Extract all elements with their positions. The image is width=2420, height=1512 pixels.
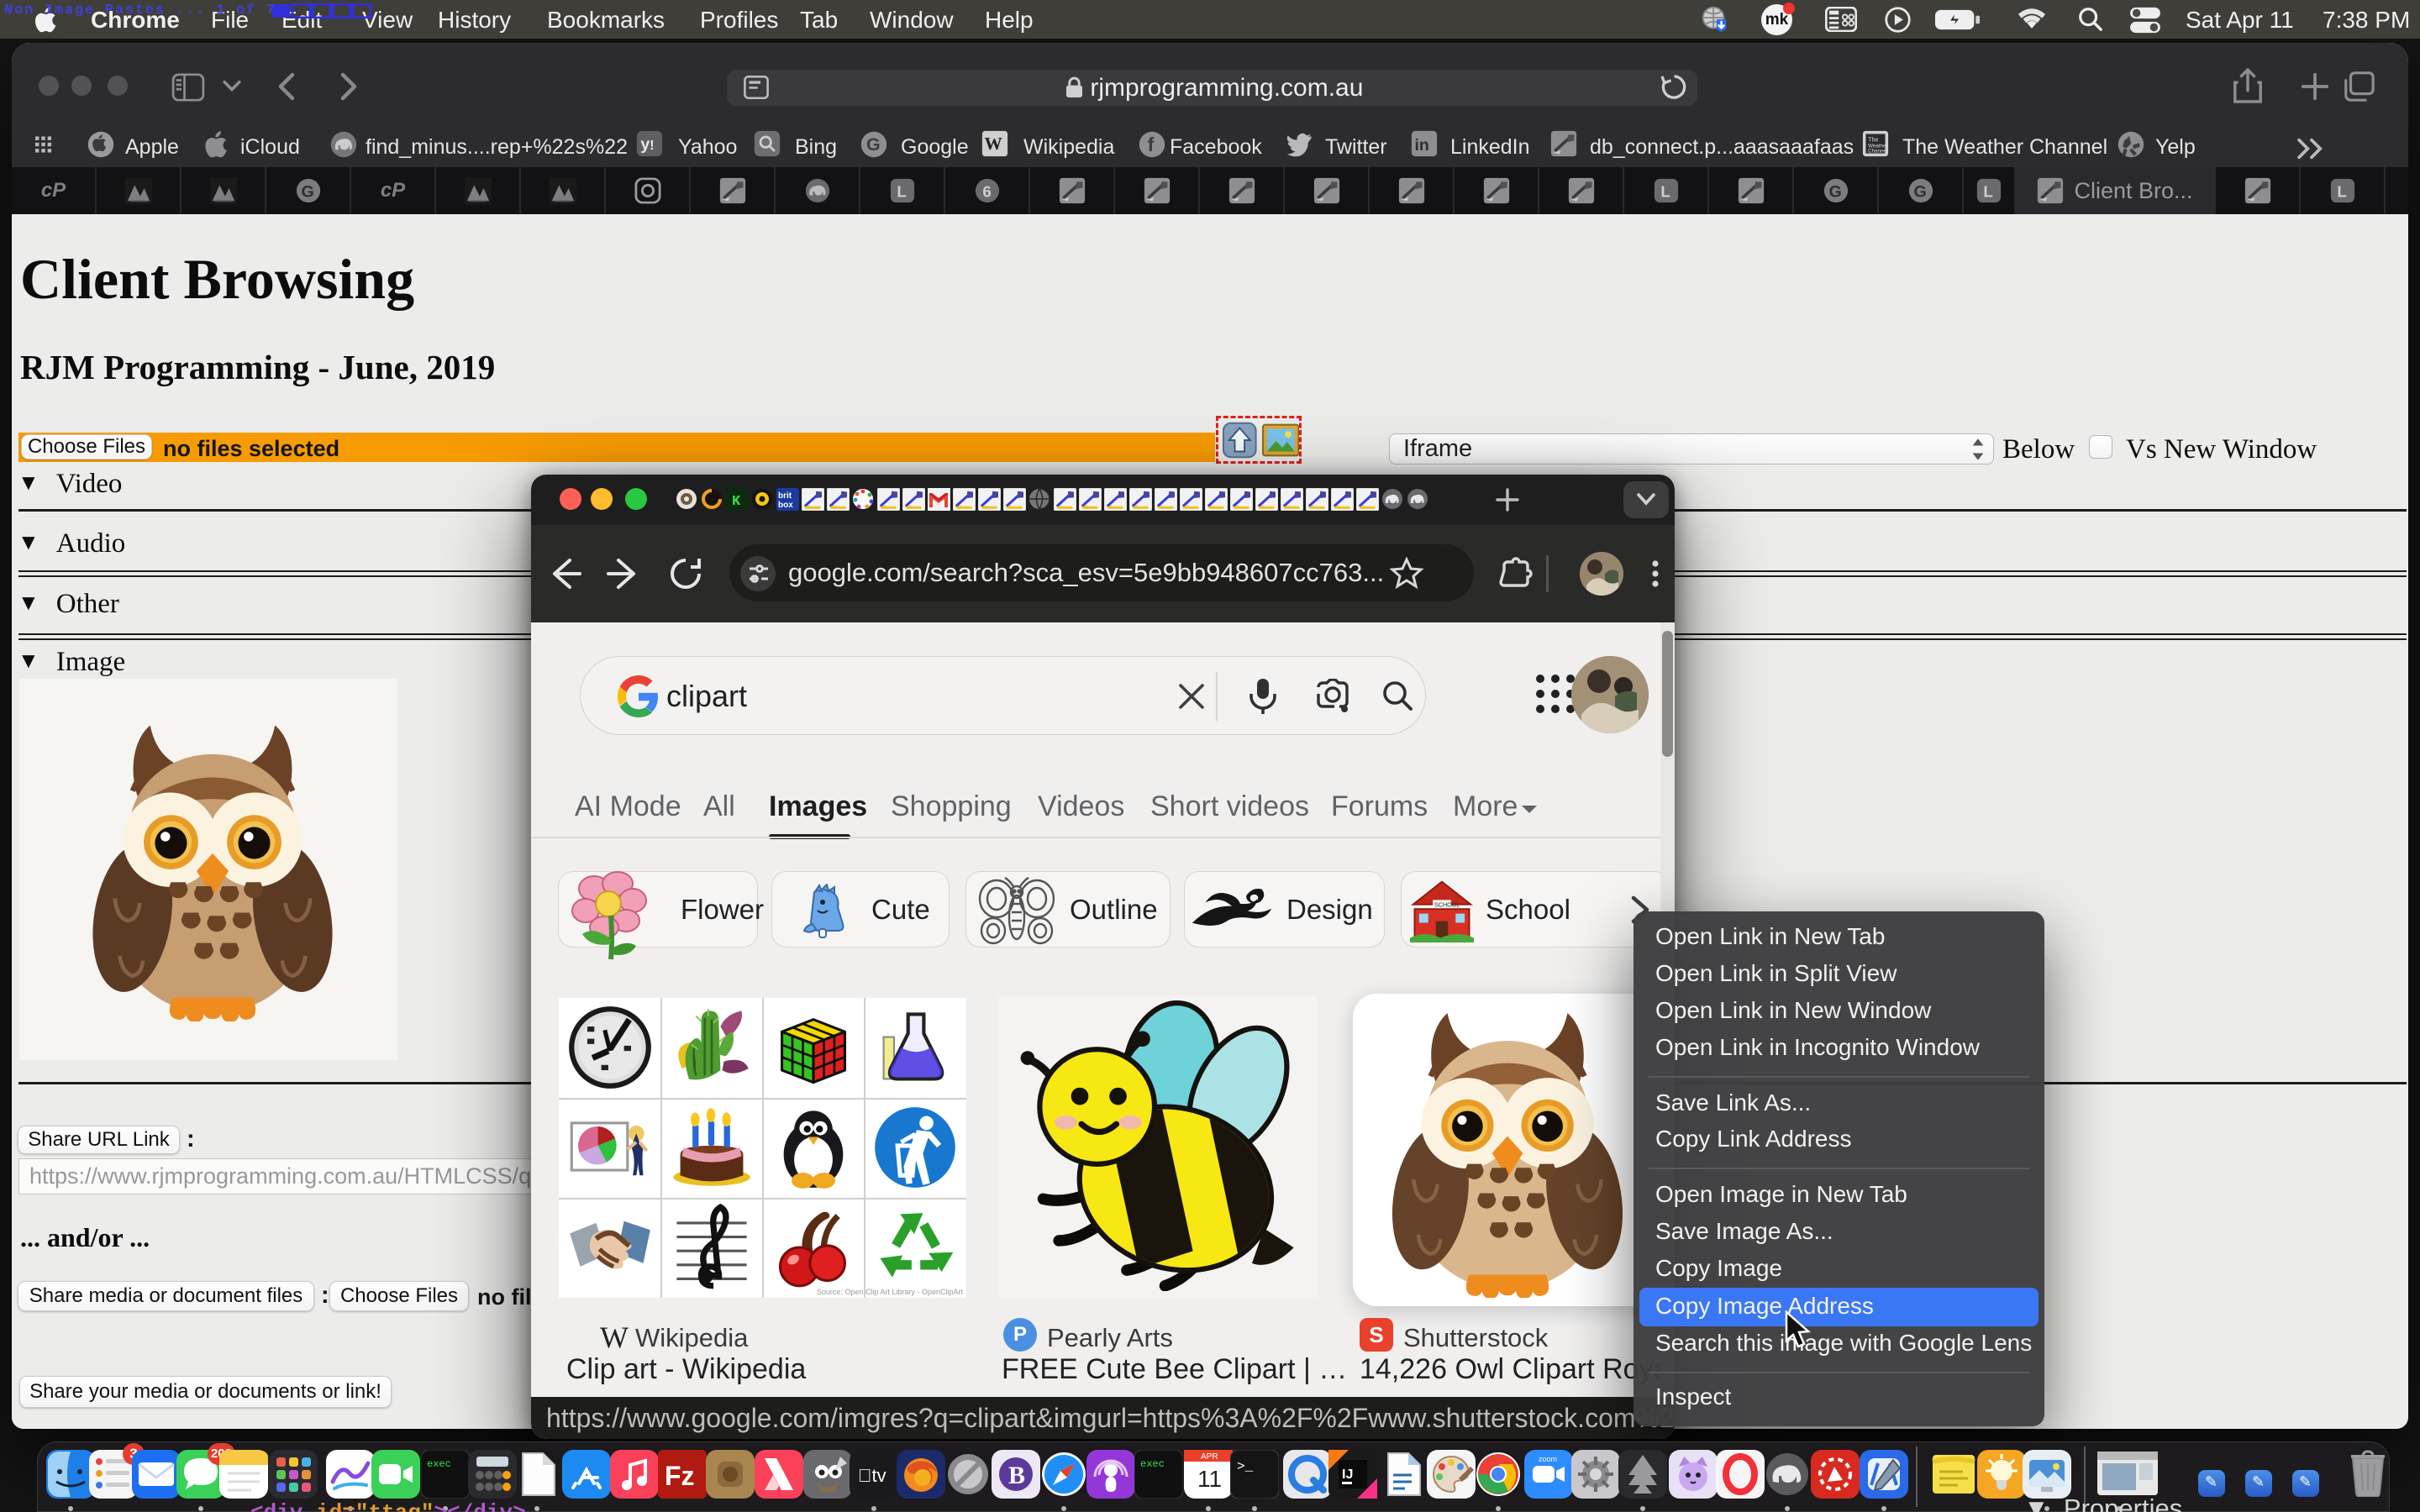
svg-text:G: G [1828,183,1841,202]
svg-text:G: G [301,183,313,202]
svg-text:>_: >_ [1237,1459,1254,1474]
svg-text:tv: tv [858,1465,886,1486]
svg-text:APR: APR [1201,1452,1218,1462]
svg-text:L: L [2337,183,2347,201]
svg-text:G: G [866,134,881,155]
svg-text:Fz: Fz [665,1461,695,1491]
svg-text:SCHOOL: SCHOOL [1434,900,1460,908]
svg-text:Channel: Channel [1868,149,1887,155]
svg-text:f: f [1148,134,1155,155]
svg-text:exec: exec [427,1458,451,1470]
svg-text:G: G [1913,183,1926,202]
svg-text:zoom: zoom [1539,1455,1557,1463]
svg-text:brit: brit [778,491,792,501]
svg-text:in: in [1414,136,1428,155]
svg-text:11: 11 [1197,1466,1222,1492]
svg-text:B: B [1008,1462,1025,1489]
svg-text:exec: exec [1140,1458,1165,1470]
svg-text:K: K [732,494,741,510]
svg-text:y!: y! [640,135,654,154]
svg-text:L: L [1983,183,1993,201]
svg-text:box: box [778,501,793,510]
svg-text:W: W [985,134,1002,154]
svg-text:L: L [1660,183,1670,201]
svg-text:IJ: IJ [1342,1467,1353,1482]
svg-text:The: The [1868,136,1878,143]
svg-text:6: 6 [982,183,991,201]
svg-text:L: L [897,183,907,201]
